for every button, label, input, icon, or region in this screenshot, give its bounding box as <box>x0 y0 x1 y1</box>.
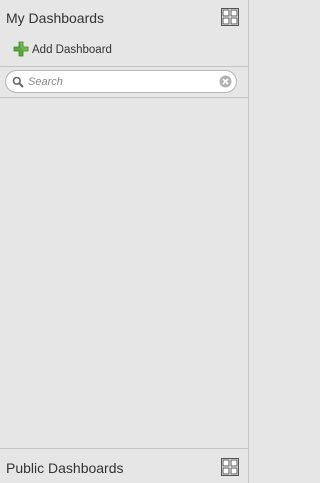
search-input[interactable] <box>28 72 218 91</box>
dashboard-list <box>0 98 249 448</box>
plus-icon <box>13 41 29 57</box>
add-dashboard-label: Add Dashboard <box>32 44 112 56</box>
my-dashboards-header: My Dashboards <box>0 0 249 36</box>
divider <box>0 66 249 67</box>
add-dashboard-button[interactable]: Add Dashboard <box>0 38 249 64</box>
public-dashboards-header: Public Dashboards <box>0 449 249 483</box>
dashboards-panel: My Dashboards Add Dashboard Search Publi… <box>0 0 249 483</box>
clear-icon[interactable] <box>219 75 232 88</box>
public-dashboards-title: Public Dashboards <box>6 460 124 476</box>
grid-layout-icon[interactable] <box>221 458 239 476</box>
search-box <box>5 70 237 93</box>
search-icon <box>12 75 24 88</box>
my-dashboards-title: My Dashboards <box>6 10 105 26</box>
grid-layout-icon[interactable] <box>221 8 239 26</box>
